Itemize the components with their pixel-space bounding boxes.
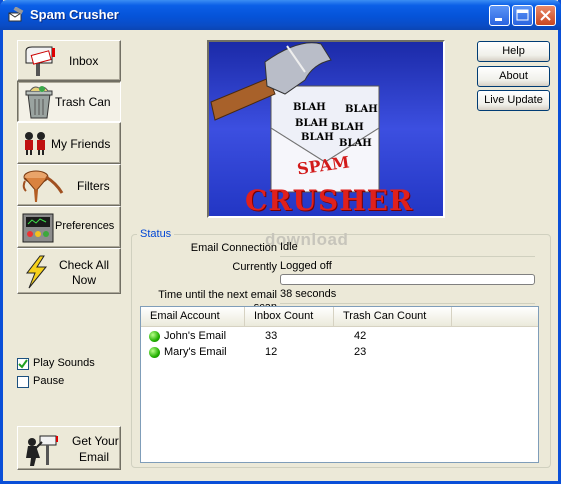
status-online-icon xyxy=(149,347,160,358)
maximize-button[interactable] xyxy=(512,5,533,26)
banner-blah-2: BLAH xyxy=(345,104,378,115)
banner-blah-6: BLAH xyxy=(339,138,372,149)
check-all-label-line1: Check All xyxy=(59,258,110,272)
trash-can-label: Trash Can xyxy=(55,95,111,109)
get-your-email-button[interactable]: Get Your Email xyxy=(17,426,121,470)
pause-label: Pause xyxy=(33,375,65,387)
banner-blah-5: BLAH xyxy=(301,132,334,143)
close-icon xyxy=(540,10,551,21)
spam-crusher-banner: BLAH BLAH BLAH BLAH BLAH BLAH SPAM CRUSH… xyxy=(207,40,445,218)
filters-button[interactable]: Filters xyxy=(17,164,121,206)
currently-label: Currently xyxy=(232,261,277,273)
funnel-icon xyxy=(22,170,64,202)
trash-count: 23 xyxy=(354,346,367,358)
checkmark-icon xyxy=(18,359,28,369)
check-all-label-line2: Now xyxy=(72,273,97,287)
accounts-list-header: Email Account Inbox Count Trash Can Coun… xyxy=(141,307,538,327)
lightning-icon xyxy=(25,255,48,289)
filters-label: Filters xyxy=(77,179,110,193)
column-email-account[interactable]: Email Account xyxy=(141,307,245,326)
trash-count: 42 xyxy=(354,330,367,342)
preferences-button[interactable]: Preferences xyxy=(17,206,121,248)
minimize-icon xyxy=(495,18,502,21)
control-panel-icon xyxy=(22,213,54,243)
play-sounds-checkbox[interactable] xyxy=(17,358,29,370)
pause-checkbox[interactable] xyxy=(17,376,29,388)
table-row[interactable]: John's Email 33 42 xyxy=(141,328,538,344)
banner-blah-1: BLAH xyxy=(293,102,326,113)
live-update-button[interactable]: Live Update xyxy=(477,90,550,111)
play-sounds-label: Play Sounds xyxy=(33,357,95,369)
next-scan-value: 38 seconds xyxy=(280,287,535,304)
scan-progress-bar xyxy=(280,274,535,285)
window-title: Spam Crusher xyxy=(30,7,119,22)
maximize-icon xyxy=(516,9,529,21)
app-icon xyxy=(8,7,24,22)
inbox-count: 12 xyxy=(265,346,278,358)
help-button[interactable]: Help xyxy=(477,41,550,62)
email-connection-value: Idle xyxy=(280,240,535,257)
mailman-icon xyxy=(26,435,58,466)
mailbox-icon xyxy=(25,46,55,76)
table-row[interactable]: Mary's Email 12 23 xyxy=(141,344,538,360)
preferences-label: Preferences xyxy=(55,220,115,232)
column-trash-can-count[interactable]: Trash Can Count xyxy=(334,307,452,326)
check-all-now-button[interactable]: Check All Now xyxy=(17,248,121,294)
status-group-title: Status xyxy=(137,228,175,240)
account-name: John's Email xyxy=(164,330,227,342)
my-friends-label: My Friends xyxy=(51,137,111,151)
main-window: Spam Crusher Inbox Trash Can My Friends … xyxy=(0,0,561,484)
column-inbox-count[interactable]: Inbox Count xyxy=(245,307,334,326)
my-friends-button[interactable]: My Friends xyxy=(17,122,121,164)
title-bar[interactable]: Spam Crusher xyxy=(0,0,561,30)
accounts-list[interactable]: Email Account Inbox Count Trash Can Coun… xyxy=(140,306,539,463)
minimize-button[interactable] xyxy=(489,5,510,26)
get-email-label-line2: Email xyxy=(79,450,110,464)
trash-can-icon xyxy=(25,86,53,119)
status-online-icon xyxy=(149,331,160,342)
friends-icon xyxy=(25,132,45,155)
close-button[interactable] xyxy=(535,5,556,26)
banner-logo-text: CRUSHER xyxy=(245,184,414,217)
get-email-label-line1: Get Your xyxy=(72,434,119,448)
banner-blah-4: BLAH xyxy=(331,122,364,133)
inbox-label: Inbox xyxy=(69,54,99,68)
trash-can-button[interactable]: Trash Can xyxy=(17,81,121,122)
account-name: Mary's Email xyxy=(164,346,227,358)
email-connection-label: Email Connection xyxy=(190,242,277,254)
inbox-button[interactable]: Inbox xyxy=(17,40,121,81)
about-button[interactable]: About xyxy=(477,66,550,87)
inbox-count: 33 xyxy=(265,330,278,342)
banner-blah-3: BLAH xyxy=(295,118,328,129)
